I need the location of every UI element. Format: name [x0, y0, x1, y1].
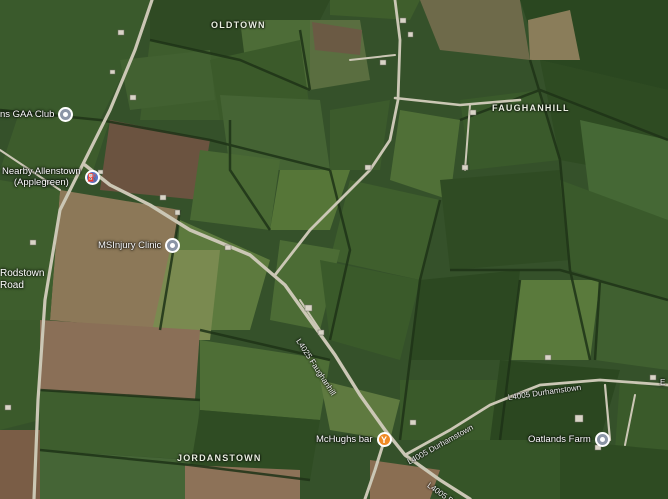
poi-clinic-label: MSInjury Clinic	[98, 240, 162, 251]
place-label-oldtown: OLDTOWN	[211, 20, 266, 30]
cocktail-glass-icon[interactable]: Y	[376, 432, 392, 447]
rodstown-road-line2: Road	[0, 280, 24, 291]
fuel-pump-icon[interactable]: ⛽	[84, 169, 100, 185]
poi-farm-label: Oatlands Farm	[528, 434, 591, 445]
rodstown-road-label: Rodstown Road	[0, 268, 44, 292]
map-pin-icon[interactable]	[58, 107, 74, 122]
map-pin-icon[interactable]	[165, 238, 181, 253]
poi-fuel-label-line1: Nearby Allenstown	[2, 166, 81, 177]
poi-mchughs-bar[interactable]: McHughs bar Y	[316, 432, 392, 447]
poi-oatlands-farm[interactable]: Oatlands Farm	[528, 432, 610, 447]
poi-allenstown-applegreen[interactable]: Nearby Allenstown (Applegreen) ⛽	[2, 166, 100, 188]
poi-msinjury-clinic[interactable]: MSInjury Clinic	[98, 238, 181, 253]
rodstown-road-line1: Rodstown	[0, 268, 45, 279]
place-label-jordanstown: JORDANSTOWN	[177, 453, 262, 463]
pin-dot-icon	[599, 437, 605, 442]
poi-fuel-label: Nearby Allenstown (Applegreen)	[2, 166, 81, 188]
poi-gaa-club[interactable]: ns GAA Club	[0, 107, 74, 122]
map-pin-icon[interactable]	[594, 432, 610, 447]
satellite-map[interactable]: OLDTOWN FAUGHANHILL JORDANSTOWN Rodstown…	[0, 0, 668, 499]
place-label-faughanhill: FAUGHANHILL	[492, 103, 570, 113]
pin-dot-icon	[170, 243, 176, 248]
poi-gaa-club-label: ns GAA Club	[0, 109, 55, 120]
pin-dot-icon	[63, 112, 69, 117]
poi-bar-label: McHughs bar	[316, 434, 373, 445]
poi-fuel-label-line2: (Applegreen)	[13, 177, 69, 188]
road-label-edge-e: E	[660, 378, 666, 387]
